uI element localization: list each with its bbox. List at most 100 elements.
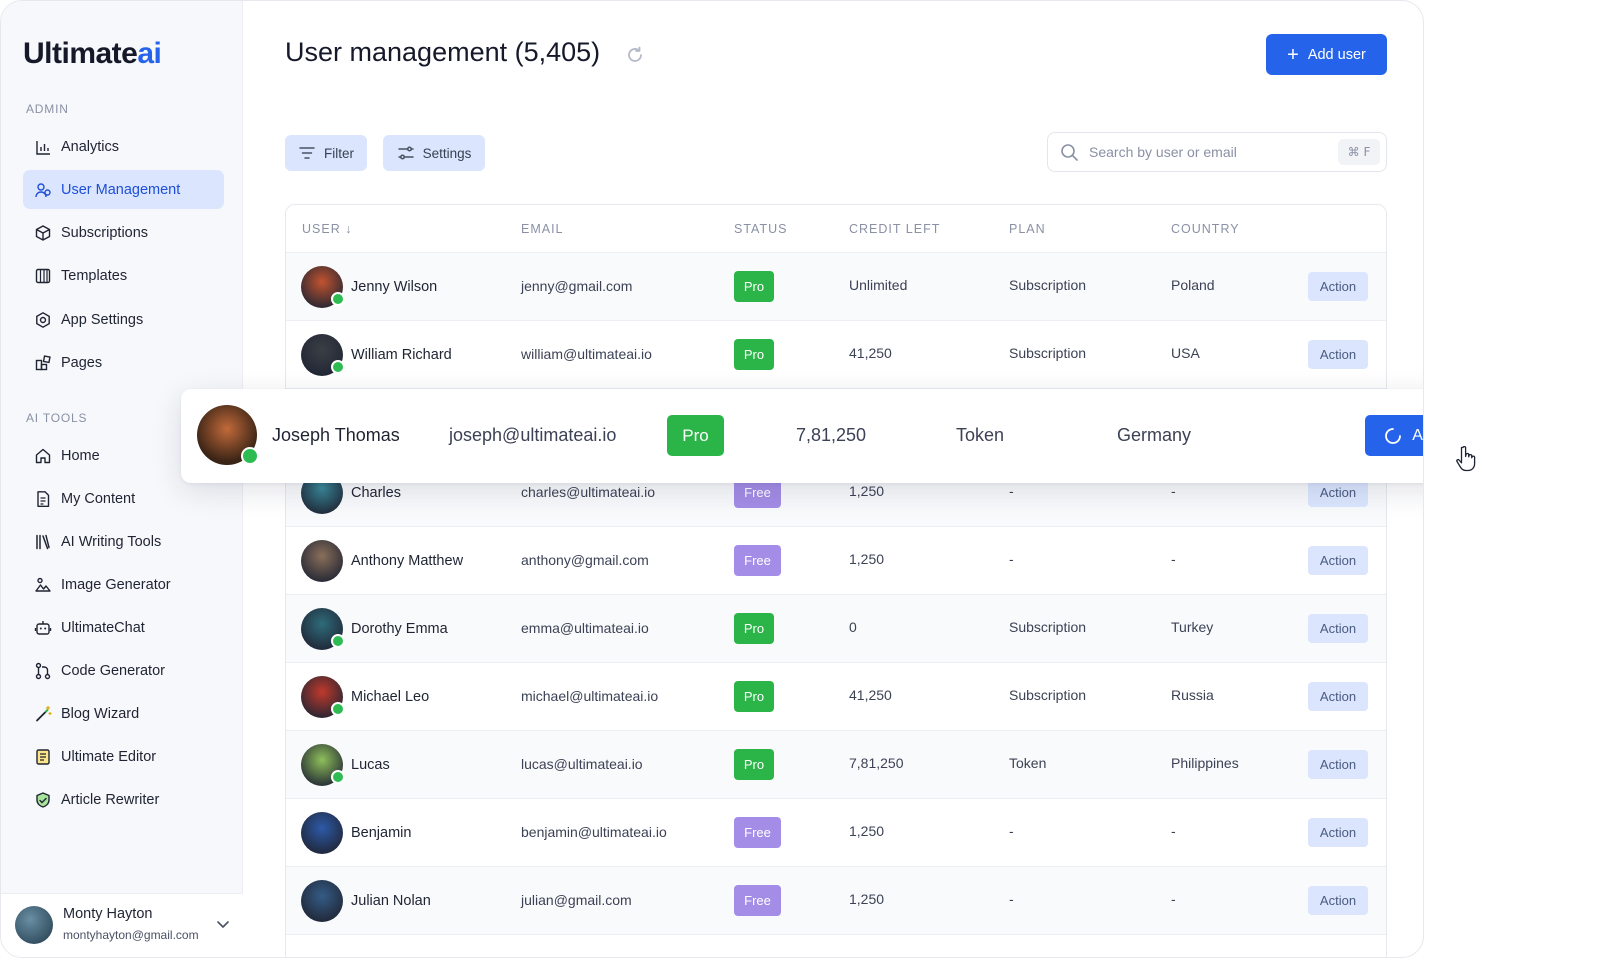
table-row[interactable]: Dorothy Emma emma@ultimateai.io Pro 0 Subscr… xyxy=(286,595,1386,663)
sidebar-item-label: Analytics xyxy=(61,138,120,155)
status-badge: Pro xyxy=(734,681,774,712)
user-name: Julian Nolan xyxy=(351,893,431,909)
table-row[interactable]: Lucas lucas@ultimateai.io Pro 7,81,250 Token… xyxy=(286,731,1386,799)
box-icon xyxy=(33,223,53,243)
action-button[interactable]: Action xyxy=(1308,340,1368,369)
column-header-user[interactable]: USER ↓ xyxy=(302,222,352,236)
user-name: Lucas xyxy=(351,757,390,773)
git-branch-icon xyxy=(33,661,53,681)
sidebar-item-subscriptions[interactable]: Subscriptions xyxy=(23,214,224,253)
editor-icon xyxy=(33,747,53,767)
filter-icon xyxy=(299,147,315,159)
table-row[interactable]: Benjamin benjamin@ultimateai.io Free 1,250 -… xyxy=(286,799,1386,867)
sidebar-item-label: UltimateChat xyxy=(61,619,145,636)
sidebar-item-my-content[interactable]: My Content xyxy=(23,479,224,518)
credit-left: 1,250 xyxy=(849,891,885,907)
add-user-label: Add user xyxy=(1307,46,1366,63)
plan: Subscription xyxy=(1009,687,1087,703)
app-window: Ultimateai ADMIN Analytics User Managemen… xyxy=(0,0,1424,958)
user-email: jenny@gmail.com xyxy=(521,278,633,294)
action-button[interactable]: Action xyxy=(1308,886,1368,915)
country: Poland xyxy=(1171,277,1215,293)
search-input[interactable] xyxy=(1089,141,1329,163)
sidebar-item-label: Pages xyxy=(61,355,103,371)
sidebar-item-analytics[interactable]: Analytics xyxy=(23,127,224,166)
sidebar-item-ultimatechat[interactable]: UltimateChat xyxy=(23,608,224,647)
logo: Ultimateai xyxy=(23,37,162,70)
refresh-icon[interactable] xyxy=(625,45,645,65)
user-name: Michael Leo xyxy=(351,689,430,705)
table-row[interactable]: Jenny Wilson jenny@gmail.com Pro Unlimited S… xyxy=(286,253,1386,321)
sidebar-item-app-settings[interactable]: App Settings xyxy=(23,300,224,339)
sidebar-item-label: Article Rewriter xyxy=(61,792,160,809)
table-row[interactable]: Anthony Matthew anthony@gmail.com Free 1,25… xyxy=(286,527,1386,595)
profile-name: Monty Hayton xyxy=(63,906,153,922)
action-button[interactable]: Action xyxy=(1308,682,1368,711)
credit-left: 1,250 xyxy=(849,483,885,499)
sidebar-item-image-generator[interactable]: Image Generator xyxy=(23,565,224,604)
sidebar-item-pages[interactable]: Pages xyxy=(23,344,224,383)
user-email: anthony@gmail.com xyxy=(521,552,649,568)
settings-label: Settings xyxy=(422,145,472,161)
settings-icon xyxy=(33,310,53,330)
profile-menu[interactable]: Monty Hayton montyhayton@gmail.com xyxy=(1,893,243,957)
plan: Subscription xyxy=(1009,619,1087,635)
sidebar-item-ultimate-editor[interactable]: Ultimate Editor xyxy=(23,738,224,777)
sidebar-item-label: App Settings xyxy=(61,311,144,328)
sidebar-item-blog-wizard[interactable]: Blog Wizard xyxy=(23,695,224,734)
sidebar-item-label: AI Writing Tools xyxy=(61,533,162,550)
user-name: Joseph Thomas xyxy=(272,425,400,445)
verified-icon xyxy=(331,360,345,374)
sidebar-item-user-management[interactable]: User Management xyxy=(23,170,224,210)
action-button[interactable]: Action xyxy=(1308,272,1368,301)
status-badge: Pro xyxy=(734,271,774,302)
user-name: William Richard xyxy=(351,347,452,363)
sidebar-item-label: Home xyxy=(61,447,100,464)
user-email: julian@gmail.com xyxy=(521,892,632,908)
profile-email: montyhayton@gmail.com xyxy=(63,928,199,942)
table-row[interactable]: Michael Leo michael@ultimateai.io Pro 41,25… xyxy=(286,663,1386,731)
action-button[interactable]: Action xyxy=(1365,415,1423,456)
action-button[interactable]: Action xyxy=(1308,818,1368,847)
plan: - xyxy=(1009,551,1014,567)
section-label-admin: ADMIN xyxy=(26,102,69,116)
section-label-ai-tools: AI TOOLS xyxy=(26,411,88,425)
chevron-down-icon[interactable] xyxy=(215,916,231,932)
sidebar-item-label: Blog Wizard xyxy=(61,706,140,723)
table-row[interactable]: Julian Nolan julian@gmail.com Free 1,250 - - A… xyxy=(286,867,1386,935)
avatar xyxy=(15,906,53,944)
country: - xyxy=(1171,483,1176,499)
sidebar-item-article-rewriter[interactable]: Article Rewriter xyxy=(23,781,224,820)
verified-icon xyxy=(331,292,345,306)
country: - xyxy=(1171,551,1176,567)
sidebar-item-templates[interactable]: Templates xyxy=(23,257,224,296)
status-badge: Pro xyxy=(734,339,774,370)
user-email: michael@ultimateai.io xyxy=(521,688,659,704)
document-icon xyxy=(33,489,53,509)
sidebar-item-ai-writing-tools[interactable]: AI Writing Tools xyxy=(23,522,224,561)
highlighted-row[interactable]: Joseph Thomas joseph@ultimateai.io Pro 7… xyxy=(181,389,1423,483)
sliders-icon xyxy=(397,146,414,160)
action-button[interactable]: Action xyxy=(1308,546,1368,575)
user-email: benjamin@ultimateai.io xyxy=(521,824,667,840)
country: Philippines xyxy=(1171,755,1239,771)
sidebar-item-code-generator[interactable]: Code Generator xyxy=(23,652,224,691)
user-email: lucas@ultimateai.io xyxy=(521,756,643,772)
verified-icon xyxy=(241,447,259,465)
table-header: USER ↓ EMAIL STATUS CREDIT LEFT PLAN COU… xyxy=(286,205,1386,253)
action-button[interactable]: Action xyxy=(1308,750,1368,779)
search-shortcut: ⌘ F xyxy=(1338,139,1380,165)
sidebar-item-label: User Management xyxy=(61,181,181,198)
search-box[interactable]: ⌘ F xyxy=(1047,132,1387,172)
hand-cursor-icon xyxy=(1456,445,1476,472)
action-label: Action xyxy=(1412,426,1423,444)
user-name: Benjamin xyxy=(351,825,412,841)
rewriter-icon xyxy=(33,790,53,810)
settings-button[interactable]: Settings xyxy=(383,135,485,171)
plan: - xyxy=(1009,823,1014,839)
add-user-button[interactable]: + Add user xyxy=(1266,34,1387,75)
action-button[interactable]: Action xyxy=(1308,614,1368,643)
table-row[interactable]: William Richard william@ultimateai.io Pro 4… xyxy=(286,321,1386,389)
plus-icon: + xyxy=(1287,43,1299,66)
filter-button[interactable]: Filter xyxy=(285,135,367,171)
